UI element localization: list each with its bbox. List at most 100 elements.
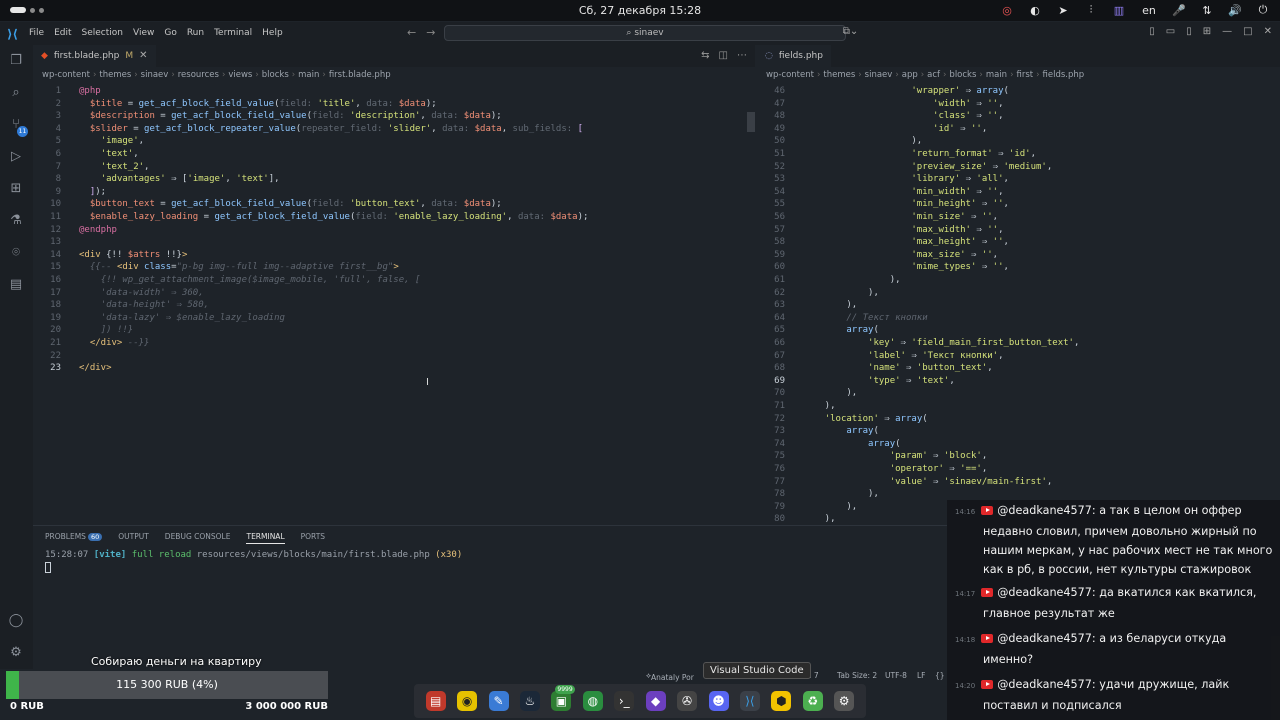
microphone-icon[interactable]: 🎤 — [1172, 4, 1186, 17]
breadcrumb-item[interactable]: main — [298, 70, 319, 80]
discord-icon[interactable]: ☻ — [708, 691, 729, 711]
code-line[interactable]: 80 ), — [757, 513, 835, 525]
code-line[interactable]: 54 'min_width' ⇒ '', — [757, 186, 1003, 199]
menu-terminal[interactable]: Terminal — [214, 28, 252, 38]
database-icon[interactable]: ▤ — [8, 277, 24, 293]
code-line[interactable]: 48 'class' ⇒ '', — [757, 110, 1003, 123]
code-line[interactable]: 20 ]) !!} — [33, 324, 133, 337]
code-line[interactable]: 3 $description = get_acf_block_field_val… — [33, 110, 502, 123]
breadcrumb-item[interactable]: blocks — [949, 70, 976, 80]
code-line[interactable]: 59 'max_size' ⇒ '', — [757, 249, 998, 262]
telegram-icon[interactable]: ➤ — [1056, 4, 1070, 17]
terminal-icon[interactable]: ›_ — [614, 691, 635, 711]
obs-studio-icon[interactable]: ◐ — [1028, 4, 1042, 17]
menu-run[interactable]: Run — [187, 28, 204, 38]
copilot-icon[interactable]: ⧉⌄ — [843, 26, 859, 37]
customize-layout-icon[interactable]: ⊞ — [1203, 26, 1211, 37]
code-line[interactable]: 1 @php — [33, 85, 101, 98]
code-line[interactable]: 67 'label' ⇒ 'Текст кнопки', — [757, 350, 1003, 363]
steam-icon[interactable]: ♨ — [519, 691, 540, 711]
power-icon[interactable]: ⏻ — [1256, 3, 1270, 17]
code-line[interactable]: 71 ), — [757, 400, 835, 413]
menu-go[interactable]: Go — [164, 28, 176, 38]
code-line[interactable]: 2 $title = get_acf_block_field_value(fie… — [33, 98, 437, 111]
breadcrumb-item[interactable]: app — [902, 70, 918, 80]
breadcrumb-item[interactable]: blocks — [262, 70, 289, 80]
code-line[interactable]: 64 // Текст кнопки — [757, 312, 927, 325]
code-line[interactable]: 6 'text', — [33, 148, 139, 161]
code-line[interactable]: 55 'min_height' ⇒ '', — [757, 198, 1009, 211]
compare-icon[interactable]: ⇆ — [701, 50, 709, 61]
extensions-icon[interactable]: ⊞ — [8, 181, 24, 197]
code-line[interactable]: 16 {!! wp_get_attachment_image($image_mo… — [33, 274, 420, 287]
split-editor-icon[interactable]: ◫ — [719, 50, 728, 61]
code-line[interactable]: 10 $button_text = get_acf_block_field_va… — [33, 198, 502, 211]
code-line[interactable]: 75 'param' ⇒ 'block', — [757, 450, 987, 463]
run-debug-icon[interactable]: ▷ — [8, 149, 24, 165]
meter-icon[interactable]: ▥ — [1112, 4, 1126, 17]
code-line[interactable]: 11 $enable_lazy_loading = get_acf_block_… — [33, 211, 588, 224]
breadcrumb-item[interactable]: main — [986, 70, 1007, 80]
code-line[interactable]: 50 ), — [757, 135, 922, 148]
forward-arrow-icon[interactable]: → — [426, 26, 435, 39]
code-line[interactable]: 61 ), — [757, 274, 900, 287]
code-line[interactable]: 15 {{-- <div class="p-bg img--full img--… — [33, 261, 399, 274]
status-eol[interactable]: LF — [917, 671, 926, 680]
code-line[interactable]: 57 'max_width' ⇒ '', — [757, 224, 1003, 237]
explorer-icon[interactable]: ❐ — [8, 53, 24, 69]
close-tab-icon[interactable]: ✕ — [139, 45, 147, 67]
code-line[interactable]: 49 'id' ⇒ '', — [757, 123, 987, 136]
account-icon[interactable]: ◯ — [8, 613, 24, 629]
breadcrumb-item[interactable]: first.blade.php — [329, 70, 391, 80]
status-encoding[interactable]: UTF-8 — [885, 671, 907, 680]
code-line[interactable]: 52 'preview_size' ⇒ 'medium', — [757, 161, 1052, 174]
menu-view[interactable]: View — [133, 28, 154, 38]
toggle-secondary-sidebar-icon[interactable]: ▯ — [1186, 26, 1192, 37]
text-editor-icon[interactable]: ✎ — [488, 691, 509, 711]
chrome-icon[interactable]: ◍ — [582, 691, 603, 711]
more-actions-icon[interactable]: ⋯ — [737, 50, 747, 61]
breadcrumb-item[interactable]: fields.php — [1043, 70, 1085, 80]
code-line[interactable]: 17 'data-width' ⇒ 360, — [33, 287, 203, 300]
tab-fields-php[interactable]: ◌ fields.php — [757, 45, 831, 67]
fan-icon[interactable]: ✇ — [677, 691, 698, 711]
settings-icon[interactable]: ⚙ — [834, 691, 855, 711]
breadcrumb-item[interactable]: wp-content — [42, 70, 90, 80]
code-line[interactable]: 5 'image', — [33, 135, 144, 148]
tab-output[interactable]: OUTPUT — [118, 532, 149, 544]
language-indicator[interactable]: en — [1140, 4, 1158, 17]
rhythmbox-icon[interactable]: ◉ — [457, 691, 478, 711]
close-window-icon[interactable]: ✕ — [1264, 26, 1272, 37]
tab-debug-console[interactable]: DEBUG CONSOLE — [165, 532, 231, 544]
code-line[interactable]: 14 <div {!! $attrs !!}> — [33, 249, 187, 262]
status-tab-size[interactable]: Tab Size: 2 — [837, 671, 877, 680]
breadcrumb-item[interactable]: resources — [178, 70, 219, 80]
breadcrumb-item[interactable]: themes — [99, 70, 131, 80]
code-line[interactable]: 7 'text_2', — [33, 161, 150, 174]
back-arrow-icon[interactable]: ← — [407, 26, 416, 39]
breadcrumb-item[interactable]: acf — [927, 70, 940, 80]
network-icon[interactable]: ⇅ — [1200, 4, 1214, 17]
breadcrumb-item[interactable]: wp-content — [766, 70, 814, 80]
code-line[interactable]: 46 'wrapper' ⇒ array( — [757, 85, 1009, 98]
menu-help[interactable]: Help — [262, 28, 283, 38]
code-line[interactable]: 78 ), — [757, 488, 879, 501]
code-line[interactable]: 56 'min_size' ⇒ '', — [757, 211, 998, 224]
code-line[interactable]: 65 array( — [757, 324, 879, 337]
mixer-icon[interactable]: ⫶ — [1084, 3, 1098, 17]
code-line[interactable]: 73 array( — [757, 425, 879, 438]
bee-icon[interactable]: ⬢ — [771, 691, 792, 711]
code-line[interactable]: 79 ), — [757, 501, 857, 514]
command-center-search[interactable]: ⌕ sinaev — [444, 25, 846, 41]
breadcrumb-item[interactable]: views — [228, 70, 252, 80]
breadcrumb-item[interactable]: sinaev — [141, 70, 169, 80]
terminal-badge-icon[interactable]: 9999 ▣ — [551, 685, 575, 711]
code-line[interactable]: 47 'width' ⇒ '', — [757, 98, 1003, 111]
code-line[interactable]: 13 — [33, 236, 79, 249]
search-icon[interactable]: ⌕ — [8, 85, 24, 101]
code-line[interactable]: 66 'key' ⇒ 'field_main_first_button_text… — [757, 337, 1079, 350]
trash-icon[interactable]: ♻ — [802, 691, 823, 711]
code-line[interactable]: 76 'operator' ⇒ '==', — [757, 463, 987, 476]
code-line[interactable]: 8 'advantages' ⇒ ['image', 'text'], — [33, 173, 280, 186]
code-line[interactable]: 68 'name' ⇒ 'button_text', — [757, 362, 993, 375]
